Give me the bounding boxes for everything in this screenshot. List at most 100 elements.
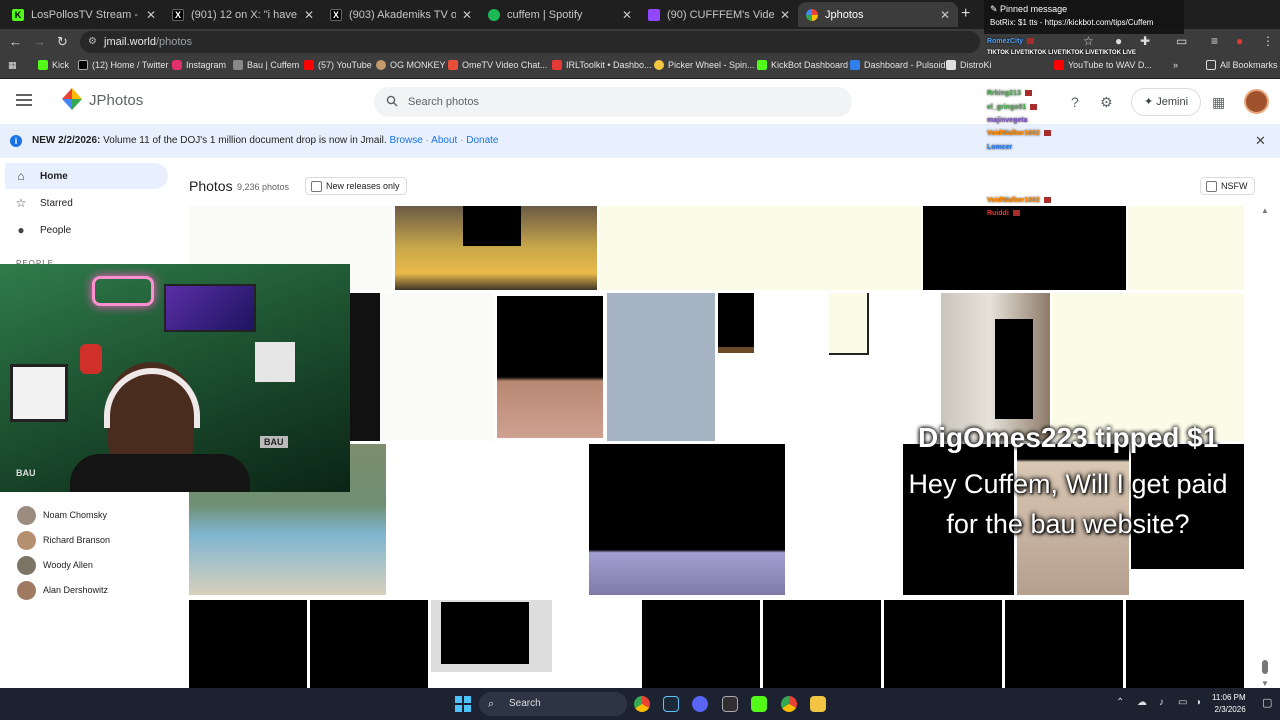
photo-tile[interactable]: [1126, 600, 1244, 688]
address-bar[interactable]: ⚙ jmail.world/photos: [80, 31, 980, 53]
avatar: [17, 580, 36, 600]
photo-tile[interactable]: [395, 206, 597, 290]
photo-tile[interactable]: [497, 296, 603, 438]
pinned-label: Pinned message: [1000, 4, 1068, 14]
forward-icon[interactable]: →: [33, 34, 46, 49]
apps-grid-icon[interactable]: ▦: [8, 60, 17, 71]
bookmark[interactable]: OmeTV Video Chat...: [448, 60, 547, 70]
browser-tab[interactable]: cuffem | Spotify ✕: [480, 2, 640, 27]
network-icon[interactable]: ▭: [1178, 697, 1187, 708]
bau-sign: BAU: [260, 436, 288, 448]
bookmark-label: OmeTV Video Chat...: [462, 60, 548, 70]
kick-app-icon[interactable]: [751, 696, 767, 712]
notifications-icon[interactable]: ▢: [1262, 696, 1272, 709]
all-bookmarks[interactable]: All Bookmarks: [1206, 60, 1278, 70]
browse-link[interactable]: Browse: [389, 135, 422, 146]
photo-tile[interactable]: [763, 600, 881, 688]
onedrive-icon[interactable]: ☁: [1137, 697, 1147, 708]
browser-tab[interactable]: X (901) 12 on X: "i have boujee ✕: [164, 2, 322, 27]
apps-grid-icon[interactable]: ▦: [1212, 94, 1225, 111]
discord-icon[interactable]: [692, 696, 708, 712]
browser-tab-active[interactable]: Jphotos ✕: [798, 2, 958, 27]
windows-start-icon[interactable]: [455, 696, 471, 712]
sidebar-item-starred[interactable]: ☆ Starred: [5, 190, 168, 216]
file-explorer-icon[interactable]: [810, 696, 826, 712]
avatar: [17, 555, 36, 575]
photo-tile[interactable]: [607, 293, 715, 441]
bookmark[interactable]: IRLToolkit • Dashbo...: [552, 60, 652, 70]
new-tab-icon[interactable]: +: [961, 5, 970, 23]
browser-tab[interactable]: K LosPollosTV Stream - Watch Li ✕: [4, 2, 164, 27]
tray-overflow-icon[interactable]: ⌃: [1116, 697, 1124, 708]
microphone-icon[interactable]: ♪: [1159, 697, 1164, 708]
bookmark[interactable]: Bau | Cuffem: [233, 60, 299, 70]
photo-tile[interactable]: [310, 600, 428, 688]
close-tab-icon[interactable]: ✕: [780, 8, 790, 22]
taskbar-search[interactable]: ⌕ Search: [479, 692, 627, 716]
reload-icon[interactable]: ↻: [57, 34, 68, 50]
page-icon: [233, 60, 243, 70]
photo-tile[interactable]: [589, 444, 785, 595]
chrome-icon[interactable]: [781, 696, 797, 712]
bookmark[interactable]: OG MONKEY: [376, 60, 446, 70]
browser-tab[interactable]: X (903) Akademiks TV on X: "Aka ✕: [322, 2, 480, 27]
taskbar-clock[interactable]: 11:06 PM 2/3/2026: [1212, 692, 1246, 716]
bookmark[interactable]: (57) YouTube: [304, 60, 372, 70]
photo-tile[interactable]: [1005, 600, 1123, 688]
scroll-up-icon[interactable]: ▲: [1261, 206, 1269, 215]
bookmark[interactable]: (12) Home / Twitter: [78, 60, 168, 70]
browser-tab[interactable]: (90) CUFFFEM's Videos - Twitch ✕: [640, 2, 798, 27]
photo-tile[interactable]: [1052, 293, 1244, 441]
photo-tile[interactable]: [189, 600, 307, 688]
person-item[interactable]: Woody Allen: [17, 555, 93, 575]
menu-kebab-icon[interactable]: ⋮: [1262, 34, 1274, 48]
photo-tile[interactable]: [388, 444, 586, 595]
kick-icon: [38, 60, 48, 70]
volume-icon[interactable]: ◗: [1196, 697, 1202, 708]
photo-tile[interactable]: [884, 600, 1002, 688]
bookmark[interactable]: KickBot Dashboard: [757, 60, 848, 70]
sidebar-item-people[interactable]: ● People: [5, 217, 168, 243]
back-icon[interactable]: ←: [9, 34, 22, 49]
chrome-icon[interactable]: [634, 696, 650, 712]
photo-tile[interactable]: [431, 600, 552, 672]
chat-username: VoidWalker1602: [987, 197, 1040, 204]
about-link[interactable]: About: [431, 135, 457, 146]
photo-tile[interactable]: [941, 293, 1050, 441]
user-avatar[interactable]: [1244, 89, 1269, 114]
downloads-icon[interactable]: ≡: [1211, 34, 1218, 48]
donate-link[interactable]: Donate: [466, 135, 498, 146]
photo-tile[interactable]: [756, 293, 939, 441]
search-placeholder: Search photos: [408, 96, 479, 108]
bookmark[interactable]: Picker Wheel - Spin...: [654, 60, 755, 70]
person-item[interactable]: Noam Chomsky: [17, 505, 107, 525]
steam-icon[interactable]: [663, 696, 679, 712]
bookmark[interactable]: Dashboard - Pulsoid: [850, 60, 946, 70]
photo-tile[interactable]: [642, 600, 760, 688]
scroll-down-icon[interactable]: ▼: [1261, 679, 1269, 688]
bookmark[interactable]: Kick: [38, 60, 69, 70]
menu-icon[interactable]: [16, 94, 32, 106]
close-tab-icon[interactable]: ✕: [462, 8, 472, 22]
sidebar-item-home[interactable]: ⌂ Home: [5, 163, 168, 189]
photo-tile[interactable]: [599, 206, 921, 290]
search-photos-input[interactable]: Search photos: [374, 87, 852, 117]
person-item[interactable]: Alan Dershowitz: [17, 580, 108, 600]
close-tab-icon[interactable]: ✕: [304, 8, 314, 22]
close-tab-icon[interactable]: ✕: [622, 8, 632, 22]
person-item[interactable]: Richard Branson: [17, 530, 110, 550]
nsfw-checkbox[interactable]: NSFW: [1200, 177, 1255, 195]
close-tab-icon[interactable]: ✕: [940, 8, 950, 22]
people-icon: ●: [17, 223, 25, 237]
new-releases-checkbox[interactable]: New releases only: [305, 177, 407, 195]
site-info-icon[interactable]: ⚙: [88, 31, 97, 53]
obs-icon[interactable]: [722, 696, 738, 712]
photo-tile[interactable]: [350, 293, 494, 441]
profile-icon[interactable]: ●: [1236, 34, 1243, 48]
close-tab-icon[interactable]: ✕: [146, 8, 156, 22]
scrollbar-thumb[interactable]: [1262, 660, 1268, 674]
photo-tile[interactable]: [718, 293, 754, 353]
bookmark[interactable]: Instagram: [172, 60, 226, 70]
close-banner-icon[interactable]: ✕: [1255, 124, 1266, 158]
photo-tile[interactable]: [787, 444, 901, 595]
